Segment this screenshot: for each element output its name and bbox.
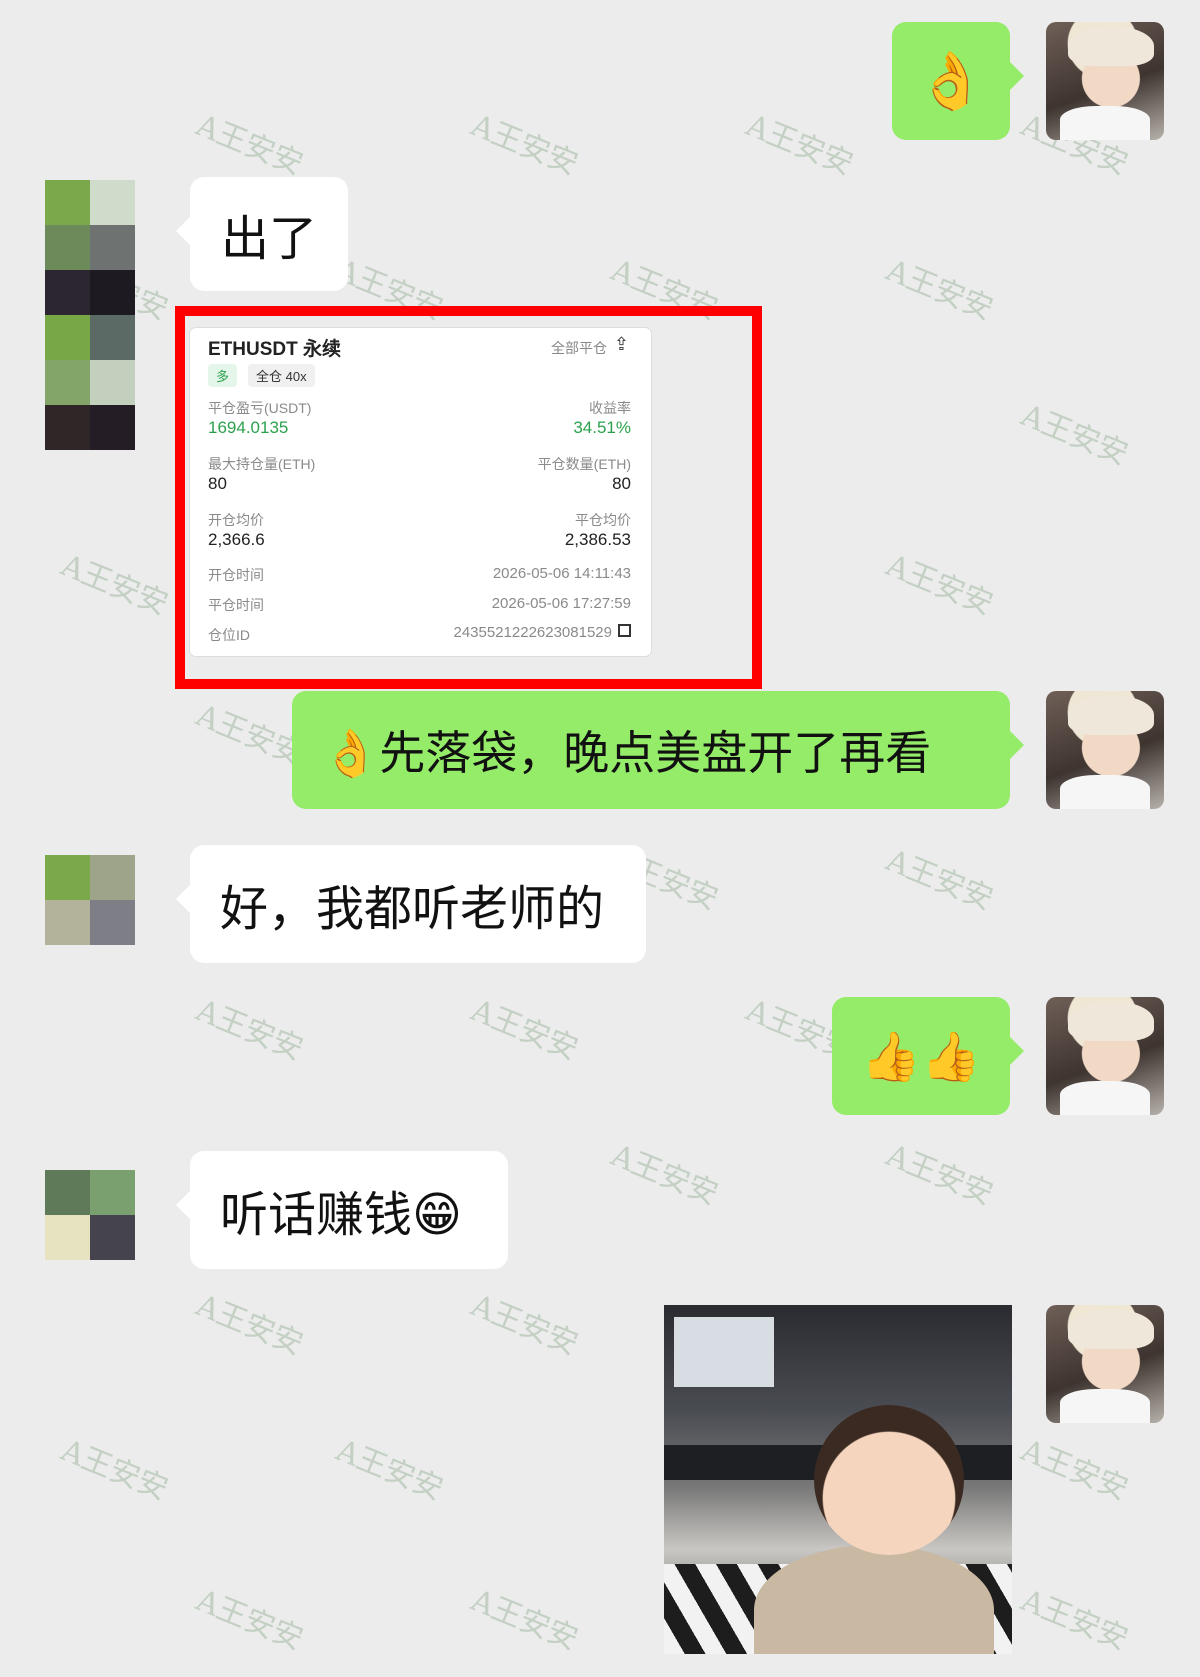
avatar-me[interactable] — [1046, 691, 1164, 809]
close-avg-label: 平仓均价 — [575, 512, 631, 528]
shirt-shape — [1060, 1081, 1150, 1115]
pnl-label: 平仓盈亏(USDT) — [208, 400, 312, 416]
avatar-me[interactable] — [1046, 22, 1164, 140]
close-quantity-value: 80 — [612, 474, 631, 493]
cap-shape — [1068, 695, 1154, 735]
watermark: A王安安 — [1016, 1583, 1133, 1658]
watermark: A王安安 — [606, 1138, 723, 1213]
watermark: A王安安 — [1016, 398, 1133, 473]
copy-icon[interactable] — [618, 624, 631, 637]
watermark: A王安安 — [331, 1433, 448, 1508]
shirt-shape — [1060, 1389, 1150, 1423]
watermark: A王安安 — [466, 1288, 583, 1363]
watermark: A王安安 — [56, 1433, 173, 1508]
watermark: A王安安 — [466, 1583, 583, 1658]
close-time-value: 2026-05-06 17:27:59 — [491, 595, 631, 612]
child-head — [814, 1405, 964, 1555]
message-text: 好，我都听老师的 — [220, 881, 605, 937]
message-bubble-incoming[interactable]: 听话赚钱😁 — [176, 1151, 508, 1269]
cap-shape — [1068, 1309, 1154, 1349]
max-position-label: 最大持仓量(ETH) — [208, 456, 316, 472]
cap-shape — [1068, 26, 1154, 66]
watermark: A王安安 — [741, 108, 858, 183]
open-time-label: 开仓时间 — [208, 567, 264, 583]
trade-summary-card[interactable]: ETHUSDT 永续 全部平仓 ⇪ 多 全仓 40x 平仓盈亏(USDT) 16… — [190, 328, 651, 656]
shirt-shape — [1060, 775, 1150, 809]
watermark: A王安安 — [191, 1288, 308, 1363]
background-screen — [674, 1317, 774, 1387]
watermark: A王安安 — [1016, 1433, 1133, 1508]
ok-hand-emoji: 👌 — [916, 49, 986, 114]
open-time-value: 2026-05-06 14:11:43 — [492, 565, 631, 582]
avatar-contact[interactable] — [45, 180, 135, 450]
message-bubble-incoming[interactable]: 出了 — [176, 177, 348, 291]
shirt-shape — [1060, 106, 1150, 140]
watermark: A王安安 — [56, 548, 173, 623]
margin-tag: 全仓 40x — [248, 364, 315, 387]
side-tag: 多 — [208, 364, 238, 387]
card-title: ETHUSDT 永续 — [208, 339, 342, 360]
message-text: 👌先落袋，晚点美盘开了再看 — [322, 726, 932, 780]
position-id-row[interactable]: 243552122262308152​9 — [453, 624, 631, 641]
watermark: A王安安 — [466, 108, 583, 183]
watermark: A王安安 — [191, 1583, 308, 1658]
watermark-layer: A王安安 A王安安 A王安安 A王安安 A王安安 A王安安 A王安安 A王安安 … — [0, 0, 1200, 1677]
thumbs-up-emoji: 👍👍 — [861, 1028, 981, 1085]
child-body — [754, 1545, 994, 1654]
close-quantity-label: 平仓数量(ETH) — [537, 456, 631, 472]
watermark: A王安安 — [881, 843, 998, 918]
message-text: 出了 — [220, 211, 317, 267]
avatar-me[interactable] — [1046, 1305, 1164, 1423]
message-text: 听话赚钱😁 — [220, 1187, 463, 1243]
roi-label: 收益率 — [589, 400, 631, 416]
image-message[interactable] — [664, 1305, 1012, 1654]
watermark: A王安安 — [191, 993, 308, 1068]
close-time-label: 平仓时间 — [208, 597, 264, 613]
watermark: A王安安 — [881, 1138, 998, 1213]
position-id-label: 仓位ID — [208, 627, 250, 643]
cap-shape — [1068, 1001, 1154, 1041]
watermark: A王安安 — [881, 548, 998, 623]
pnl-value: 1694.0135 — [208, 418, 289, 437]
message-bubble-outgoing[interactable]: 👌 — [892, 22, 1024, 140]
close-all-label: 全部平仓 — [551, 340, 607, 356]
watermark: A王安安 — [191, 108, 308, 183]
message-bubble-outgoing[interactable]: 👍👍 — [832, 997, 1024, 1115]
avatar-contact[interactable] — [45, 855, 135, 945]
avatar-contact[interactable] — [45, 1170, 135, 1260]
message-bubble-outgoing[interactable]: 👌先落袋，晚点美盘开了再看 — [292, 691, 1024, 809]
watermark: A王安安 — [466, 993, 583, 1068]
open-avg-value: 2,366.6 — [208, 530, 265, 549]
message-bubble-incoming[interactable]: 好，我都听老师的 — [176, 845, 646, 963]
max-position-value: 80 — [208, 474, 227, 493]
open-avg-label: 开仓均价 — [208, 512, 264, 528]
position-id-value: 243552122262308152​9 — [453, 624, 612, 641]
share-icon: ⇪ — [613, 334, 629, 354]
avatar-me[interactable] — [1046, 997, 1164, 1115]
roi-value: 34.51% — [573, 418, 631, 437]
close-avg-value: 2,386.53 — [564, 530, 631, 549]
watermark: A王安安 — [881, 253, 998, 328]
